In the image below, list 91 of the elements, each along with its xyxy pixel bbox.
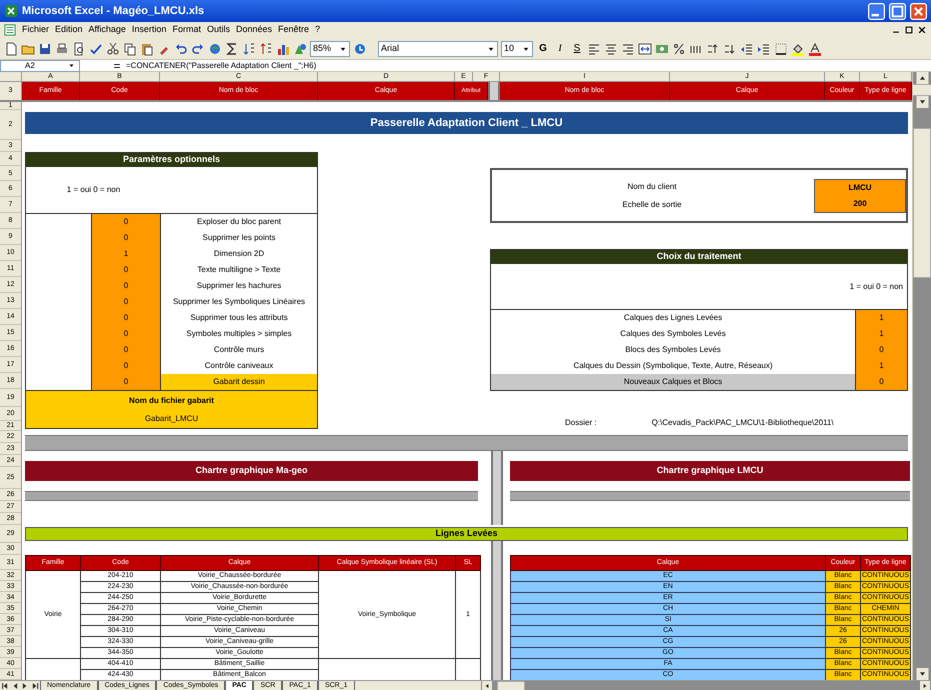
value-cell[interactable]: 1 bbox=[855, 358, 907, 374]
increase-decimal-icon[interactable] bbox=[706, 42, 720, 56]
field-label: Echelle de sortie bbox=[622, 199, 682, 211]
caret-icon[interactable] bbox=[68, 62, 75, 69]
option-label: Gabarit dessin bbox=[161, 374, 317, 390]
menu-item[interactable]: Outils bbox=[206, 23, 230, 37]
value-cell[interactable]: 0 bbox=[91, 358, 161, 374]
maximize-icon[interactable] bbox=[889, 2, 906, 20]
workbook-icon bbox=[4, 24, 16, 36]
value-cell[interactable]: 0 bbox=[855, 374, 907, 390]
bold-button[interactable]: G bbox=[536, 40, 550, 56]
borders-icon[interactable] bbox=[774, 42, 788, 56]
sort-ascending-icon[interactable] bbox=[242, 42, 256, 56]
value-cell[interactable]: 0 bbox=[91, 214, 161, 230]
value-cell[interactable]: 0 bbox=[91, 230, 161, 246]
last-sheet-icon[interactable] bbox=[30, 680, 40, 690]
close-icon[interactable] bbox=[917, 25, 927, 35]
value-cell[interactable]: 0 bbox=[91, 310, 161, 326]
title-banner: Passerelle Adaptation Client _ LMCU bbox=[25, 112, 908, 134]
underline-button[interactable]: S bbox=[570, 40, 584, 56]
menu-item[interactable]: Fichier bbox=[22, 23, 50, 37]
pane-splitter bbox=[488, 82, 500, 100]
sort-descending-icon[interactable] bbox=[259, 42, 273, 56]
value-cell[interactable]: 0 bbox=[91, 294, 161, 310]
split-handle[interactable] bbox=[913, 84, 931, 96]
folder-label: Dossier : bbox=[565, 417, 597, 429]
scroll-right-icon[interactable] bbox=[919, 680, 931, 690]
field-value[interactable]: LMCU bbox=[848, 180, 872, 196]
menu-item[interactable]: Affichage bbox=[88, 23, 126, 37]
spreadsheet-app-icon bbox=[4, 4, 18, 18]
new-document-icon[interactable] bbox=[4, 42, 18, 56]
menu-item[interactable]: ? bbox=[315, 23, 320, 37]
zoom-field[interactable]: 85% bbox=[310, 40, 350, 56]
panel-title: Paramètres optionnels bbox=[26, 153, 317, 167]
formula-field[interactable]: =CONCATENER("Passerelle Adaptation Client _";H6) bbox=[126, 60, 931, 72]
align-left-icon[interactable] bbox=[587, 42, 601, 56]
menu-item[interactable]: Edition bbox=[55, 23, 83, 37]
undo-icon[interactable] bbox=[174, 42, 188, 56]
menu-item[interactable]: Données bbox=[236, 23, 272, 37]
treatment-label: Nouveaux Calques et Blocs bbox=[491, 374, 855, 390]
value-cell[interactable]: 1 bbox=[91, 246, 161, 262]
value-cell[interactable]: 0 bbox=[91, 342, 161, 358]
redo-icon[interactable] bbox=[191, 42, 205, 56]
field-label: Nom du client bbox=[628, 181, 676, 193]
template-label: Nom du fichier gabarit bbox=[129, 394, 214, 406]
legend-text: 1 = oui 0 = non bbox=[850, 280, 903, 292]
printer-icon[interactable] bbox=[55, 42, 69, 56]
restore-icon[interactable] bbox=[904, 25, 914, 35]
align-center-icon[interactable] bbox=[604, 42, 618, 56]
menu-item[interactable]: Format bbox=[172, 23, 201, 37]
value-cell[interactable]: 0 bbox=[91, 262, 161, 278]
decrease-indent-icon[interactable] bbox=[740, 42, 754, 56]
save-icon[interactable] bbox=[38, 42, 52, 56]
value-cell[interactable]: 0 bbox=[855, 342, 907, 358]
value-cell[interactable]: 0 bbox=[91, 374, 161, 390]
folder-path: Q:\Cevadis_Pack\PAC_LMCU\1-Bibliotheque\2011\ bbox=[652, 417, 834, 429]
charter-banner: Chartre graphique Ma-geo bbox=[25, 461, 478, 481]
italic-button[interactable]: I bbox=[553, 40, 567, 56]
value-cell[interactable]: 0 bbox=[91, 326, 161, 342]
value-cell[interactable]: 0 bbox=[91, 278, 161, 294]
first-sheet-icon[interactable] bbox=[0, 680, 10, 690]
merge-cells-icon[interactable] bbox=[638, 42, 652, 56]
align-right-icon[interactable] bbox=[621, 42, 635, 56]
font-size-field[interactable]: 10 bbox=[501, 40, 533, 56]
fill-color-icon[interactable] bbox=[791, 42, 805, 56]
scroll-thumb[interactable] bbox=[913, 128, 931, 278]
spelling-check-icon[interactable] bbox=[89, 42, 103, 56]
legend-text: 1 = oui 0 = non bbox=[66, 184, 122, 196]
window-title: Microsoft Excel - Magéo_LMCU.xls bbox=[22, 4, 206, 19]
font-color-icon[interactable] bbox=[808, 42, 822, 56]
name-box[interactable]: A2 bbox=[0, 60, 80, 72]
scroll-left-icon[interactable] bbox=[481, 680, 493, 690]
menu-item[interactable]: Fenêtre bbox=[278, 23, 310, 37]
drawing-icon[interactable] bbox=[293, 42, 307, 56]
scroll-thumb[interactable] bbox=[497, 680, 525, 690]
value-cell[interactable]: 1 bbox=[855, 310, 907, 326]
paste-icon[interactable] bbox=[140, 42, 154, 56]
template-name[interactable]: Gabarit_LMCU bbox=[144, 412, 198, 424]
menu-item[interactable]: Insertion bbox=[132, 23, 166, 37]
font-name-field[interactable]: Arial bbox=[378, 40, 498, 56]
panel-title: Choix du traitement bbox=[491, 250, 907, 264]
section-banner: Lignes Levées bbox=[25, 527, 908, 541]
print-preview-icon[interactable] bbox=[72, 42, 86, 56]
percent-icon[interactable] bbox=[672, 42, 686, 56]
charter-banner: Chartre graphique LMCU bbox=[510, 461, 910, 481]
increase-indent-icon[interactable] bbox=[757, 42, 771, 56]
sum-icon[interactable] bbox=[225, 42, 239, 56]
cut-icon[interactable] bbox=[106, 42, 120, 56]
value-cell[interactable]: 1 bbox=[855, 326, 907, 342]
copy-icon[interactable] bbox=[123, 42, 137, 56]
field-value[interactable]: 200 bbox=[853, 196, 867, 212]
